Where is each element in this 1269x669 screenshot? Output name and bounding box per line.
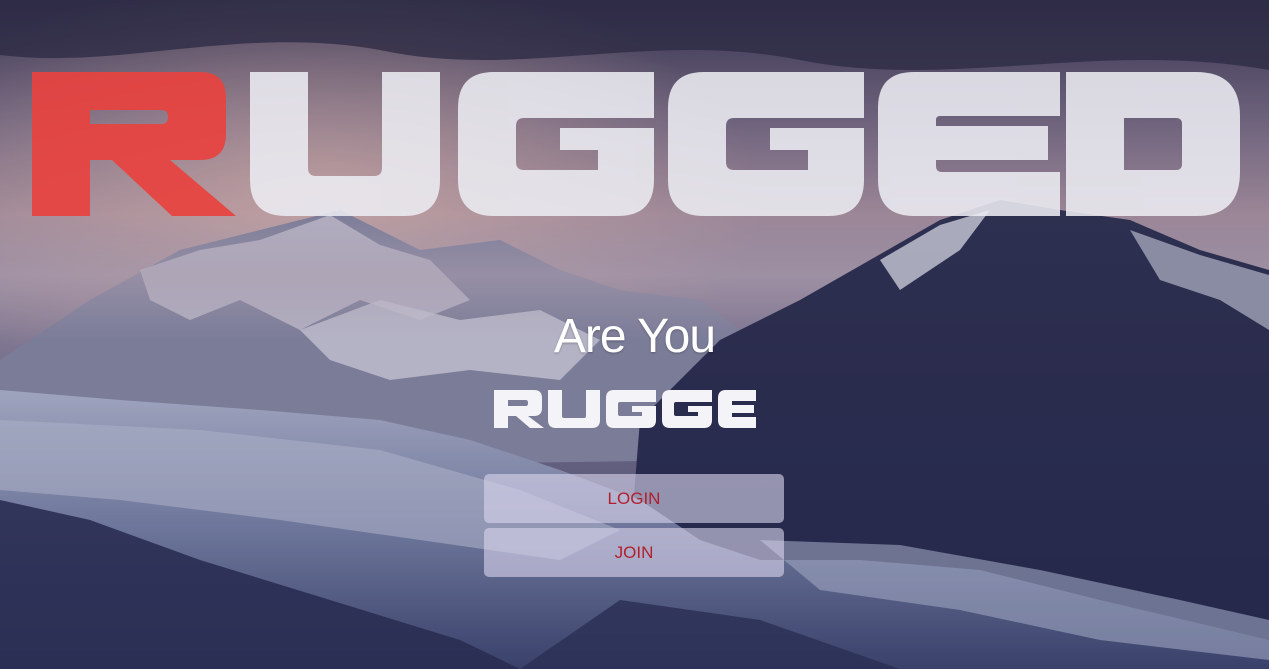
join-button[interactable]: JOIN xyxy=(484,528,784,577)
hero-logo-letter-r xyxy=(32,72,236,216)
login-button[interactable]: LOGIN xyxy=(484,474,784,523)
hero-logo-letters-ugged xyxy=(250,72,1240,216)
landing-page: Are You LOGIN JOIN xyxy=(0,0,1269,669)
rugged-small-logo xyxy=(494,390,756,428)
rugged-hero-logo xyxy=(32,72,1240,216)
tagline-heading: Are You xyxy=(553,310,716,363)
